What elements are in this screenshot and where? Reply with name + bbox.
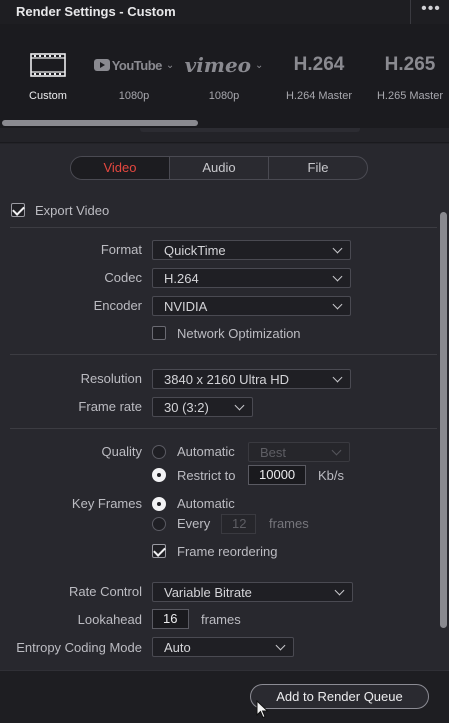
key-frames-every-label: Every <box>177 516 211 531</box>
preset-vimeo[interactable]: vimeo ⌄ 1080p <box>179 24 269 128</box>
format-select[interactable]: QuickTime <box>152 240 351 260</box>
preset-h265[interactable]: H.265 H.265 Master <box>365 24 449 128</box>
key-frames-every-unit: frames <box>269 516 309 531</box>
quality-label: Quality <box>101 444 142 459</box>
more-options-icon[interactable]: ••• <box>419 0 443 22</box>
lookahead-label: Lookahead <box>77 612 142 627</box>
quality-automatic-radio[interactable] <box>152 445 166 459</box>
rate-control-label: Rate Control <box>69 584 142 599</box>
partial-row <box>0 128 449 144</box>
export-video-checkbox[interactable] <box>11 203 25 217</box>
preset-youtube[interactable]: YouTube ⌄ 1080p <box>89 24 179 128</box>
preset-label: Custom <box>29 90 67 102</box>
encoder-label: Encoder <box>93 298 142 313</box>
frame-rate-label: Frame rate <box>78 399 142 414</box>
title-bar: Render Settings - Custom ••• <box>0 0 449 24</box>
frame-reordering-label: Frame reordering <box>177 544 278 559</box>
encoder-select[interactable]: NVIDIA <box>152 296 351 316</box>
key-frames-automatic-radio[interactable] <box>152 497 166 511</box>
chevron-down-icon <box>275 640 286 651</box>
settings-scrollbar[interactable] <box>440 212 447 628</box>
format-label: Format <box>100 242 142 257</box>
quality-restrict-label: Restrict to <box>177 468 236 483</box>
network-optimization-checkbox[interactable] <box>152 326 166 340</box>
resolution-select[interactable]: 3840 x 2160 Ultra HD <box>152 369 351 389</box>
preset-strip: Custom YouTube ⌄ 1080p vimeo ⌄ 1080p H.264… <box>0 24 449 128</box>
preset-logo-text: H.264 <box>293 54 345 75</box>
add-to-render-queue-button[interactable]: Add to Render Queue <box>250 684 429 709</box>
tab-file[interactable]: File <box>268 157 367 179</box>
key-frames-every-radio[interactable] <box>152 517 166 531</box>
chevron-down-icon: ⌄ <box>165 59 175 71</box>
preset-logo-text: H.265 <box>384 54 436 75</box>
codec-select[interactable]: H.264 <box>152 268 351 288</box>
lookahead-input[interactable]: 16 <box>152 609 189 629</box>
key-frames-label: Key Frames <box>71 496 142 511</box>
bitrate-input[interactable]: 10000 <box>248 465 306 485</box>
divider <box>10 354 437 355</box>
preset-label: H.264 Master <box>285 90 353 102</box>
chevron-down-icon <box>332 372 343 383</box>
preset-label: 1080p <box>208 90 240 102</box>
network-optimization-label: Network Optimization <box>177 326 301 341</box>
preset-scrollbar[interactable] <box>0 119 449 128</box>
frame-reordering-checkbox[interactable] <box>152 544 166 558</box>
chevron-down-icon <box>332 271 343 282</box>
entropy-coding-label: Entropy Coding Mode <box>16 640 142 655</box>
divider <box>10 227 437 228</box>
chevron-down-icon <box>331 445 342 456</box>
settings-tabs: Video Audio File <box>70 156 368 180</box>
resolution-label: Resolution <box>80 371 142 386</box>
preset-label: 1080p <box>118 90 150 102</box>
chevron-down-icon: ⌄ <box>255 59 264 71</box>
key-frames-automatic-label: Automatic <box>177 496 235 511</box>
chevron-down-icon <box>334 585 345 596</box>
window-title: Render Settings - Custom <box>16 4 176 19</box>
vimeo-logo: vimeo ⌄ <box>184 53 264 77</box>
chevron-down-icon <box>332 299 343 310</box>
key-frames-every-input: 12 <box>221 514 256 534</box>
preset-h264[interactable]: H.264 H.264 Master <box>274 24 364 128</box>
mouse-cursor-icon <box>256 700 269 719</box>
footer-bar: Add to Render Queue <box>0 670 449 723</box>
chevron-down-icon <box>332 243 343 254</box>
export-video-label: Export Video <box>35 203 110 218</box>
rate-control-select[interactable]: Variable Bitrate <box>152 582 353 602</box>
chevron-down-icon <box>234 400 245 411</box>
film-strip-icon <box>0 52 96 78</box>
preset-custom[interactable]: Custom <box>0 24 96 128</box>
quality-automatic-select: Best <box>248 442 350 462</box>
entropy-coding-select[interactable]: Auto <box>152 637 294 657</box>
quality-restrict-radio[interactable] <box>152 468 166 482</box>
tab-video[interactable]: Video <box>71 157 169 179</box>
title-separator <box>410 0 411 24</box>
youtube-logo: YouTube ⌄ <box>89 52 179 78</box>
frame-rate-select[interactable]: 30 (3:2) <box>152 397 253 417</box>
preset-label: H.265 Master <box>376 90 444 102</box>
bitrate-unit: Kb/s <box>318 468 345 483</box>
lookahead-unit: frames <box>201 612 241 627</box>
quality-automatic-label: Automatic <box>177 444 235 459</box>
divider <box>10 428 437 429</box>
tab-audio[interactable]: Audio <box>169 157 268 179</box>
scrollbar-thumb[interactable] <box>2 120 198 126</box>
codec-label: Codec <box>104 270 142 285</box>
